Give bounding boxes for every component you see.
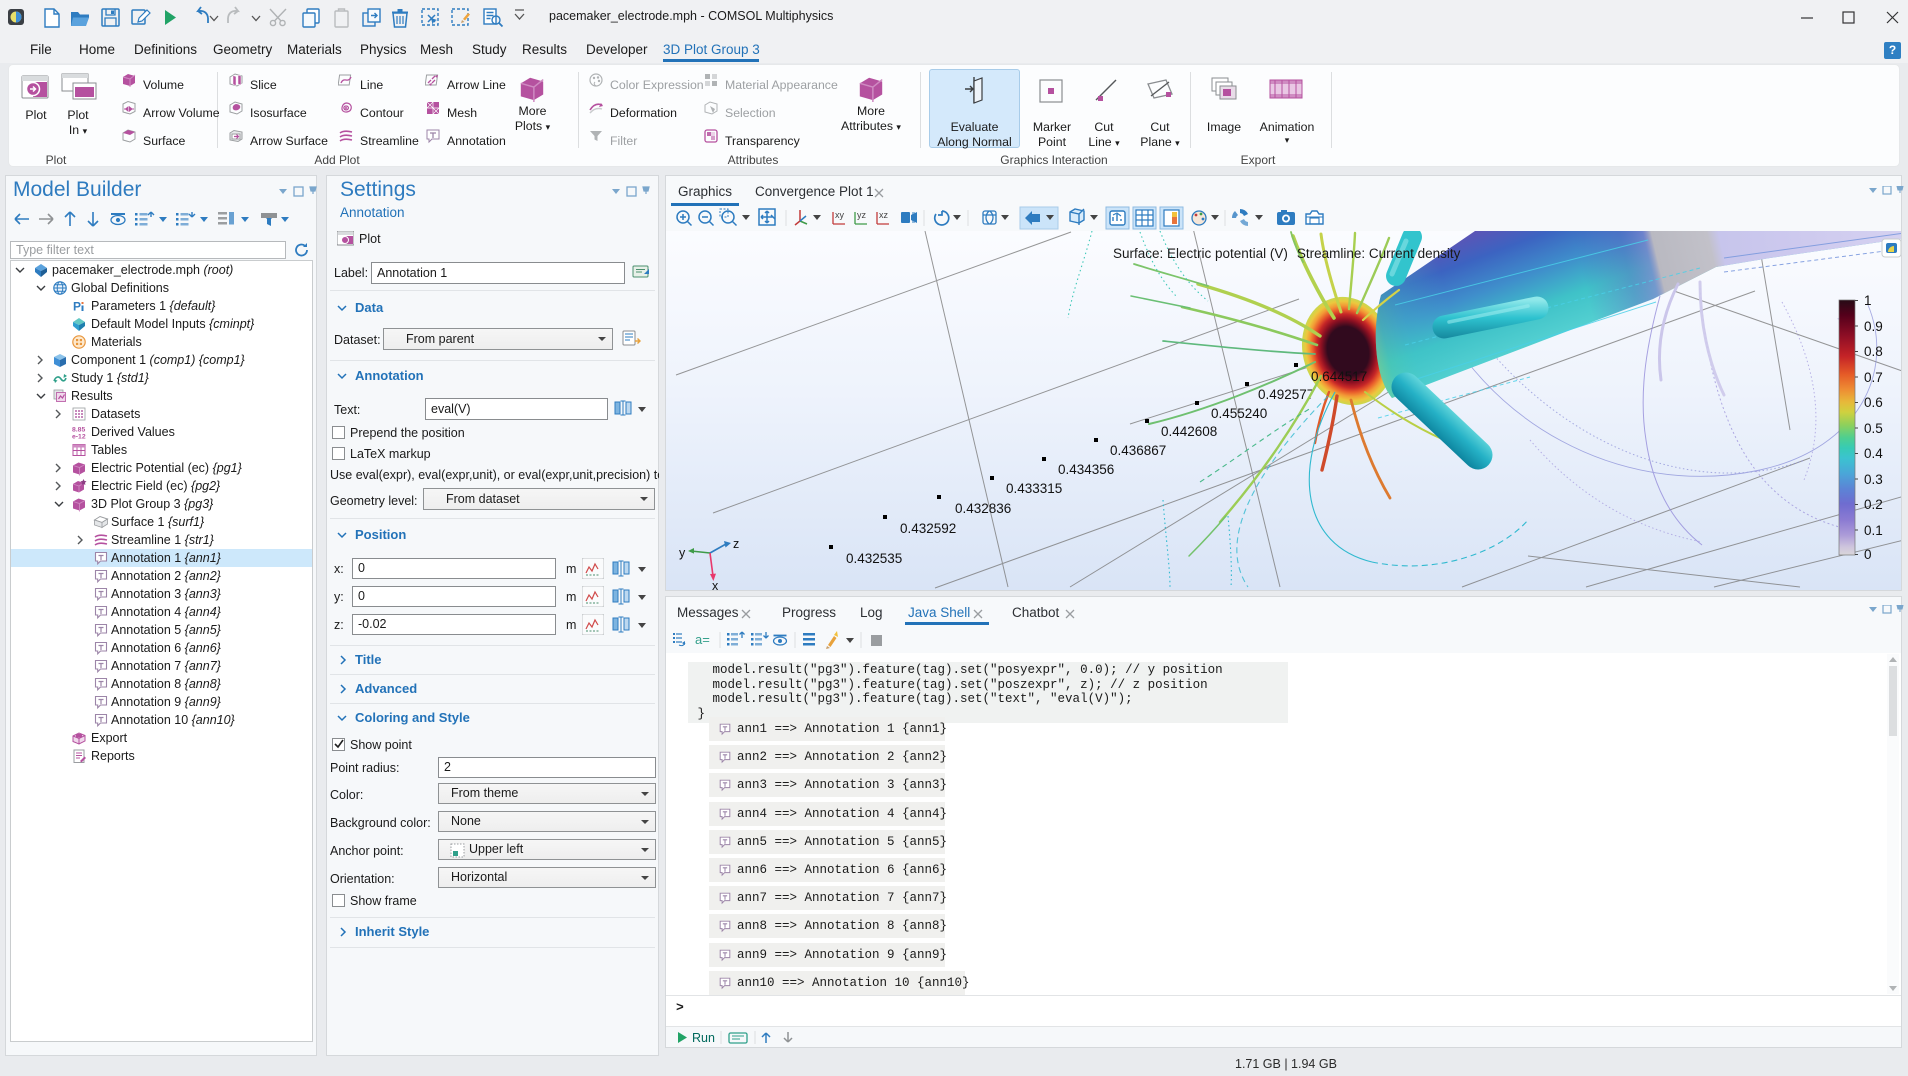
svg-text:0.432535: 0.432535	[846, 551, 902, 566]
svg-text:y: y	[679, 546, 686, 560]
svg-text:0.9: 0.9	[1864, 319, 1883, 334]
svg-text:0.434356: 0.434356	[1058, 462, 1114, 477]
svg-text:0.4: 0.4	[1864, 446, 1883, 461]
svg-text:0.436867: 0.436867	[1110, 443, 1166, 458]
svg-text:Surface: Electric potential (V: Surface: Electric potential (V)Streamlin…	[1113, 246, 1461, 261]
svg-text:0.432836: 0.432836	[955, 501, 1011, 516]
svg-text:0.492577: 0.492577	[1258, 387, 1314, 402]
svg-text:0.455240: 0.455240	[1211, 406, 1267, 421]
svg-text:0.6: 0.6	[1864, 395, 1883, 410]
svg-text:0.5: 0.5	[1864, 421, 1883, 436]
svg-text:0.3: 0.3	[1864, 472, 1883, 487]
svg-text:0.433315: 0.433315	[1006, 481, 1062, 496]
svg-text:0.8: 0.8	[1864, 344, 1883, 359]
svg-text:Run: Run	[692, 1031, 715, 1045]
svg-text:0.1: 0.1	[1864, 523, 1883, 538]
svg-text:a=: a=	[695, 632, 710, 647]
svg-text:yz: yz	[857, 210, 867, 220]
svg-text:0.2: 0.2	[1864, 497, 1883, 512]
svg-text:1: 1	[1864, 293, 1872, 308]
svg-text:0: 0	[1864, 547, 1872, 562]
svg-text:xy: xy	[835, 210, 845, 220]
svg-text:0.442608: 0.442608	[1161, 424, 1217, 439]
svg-text:xz: xz	[879, 210, 889, 220]
svg-text:x: x	[712, 579, 719, 590]
svg-text:z: z	[733, 537, 739, 551]
svg-text:0.7: 0.7	[1864, 370, 1883, 385]
svg-text:0.432592: 0.432592	[900, 521, 956, 536]
